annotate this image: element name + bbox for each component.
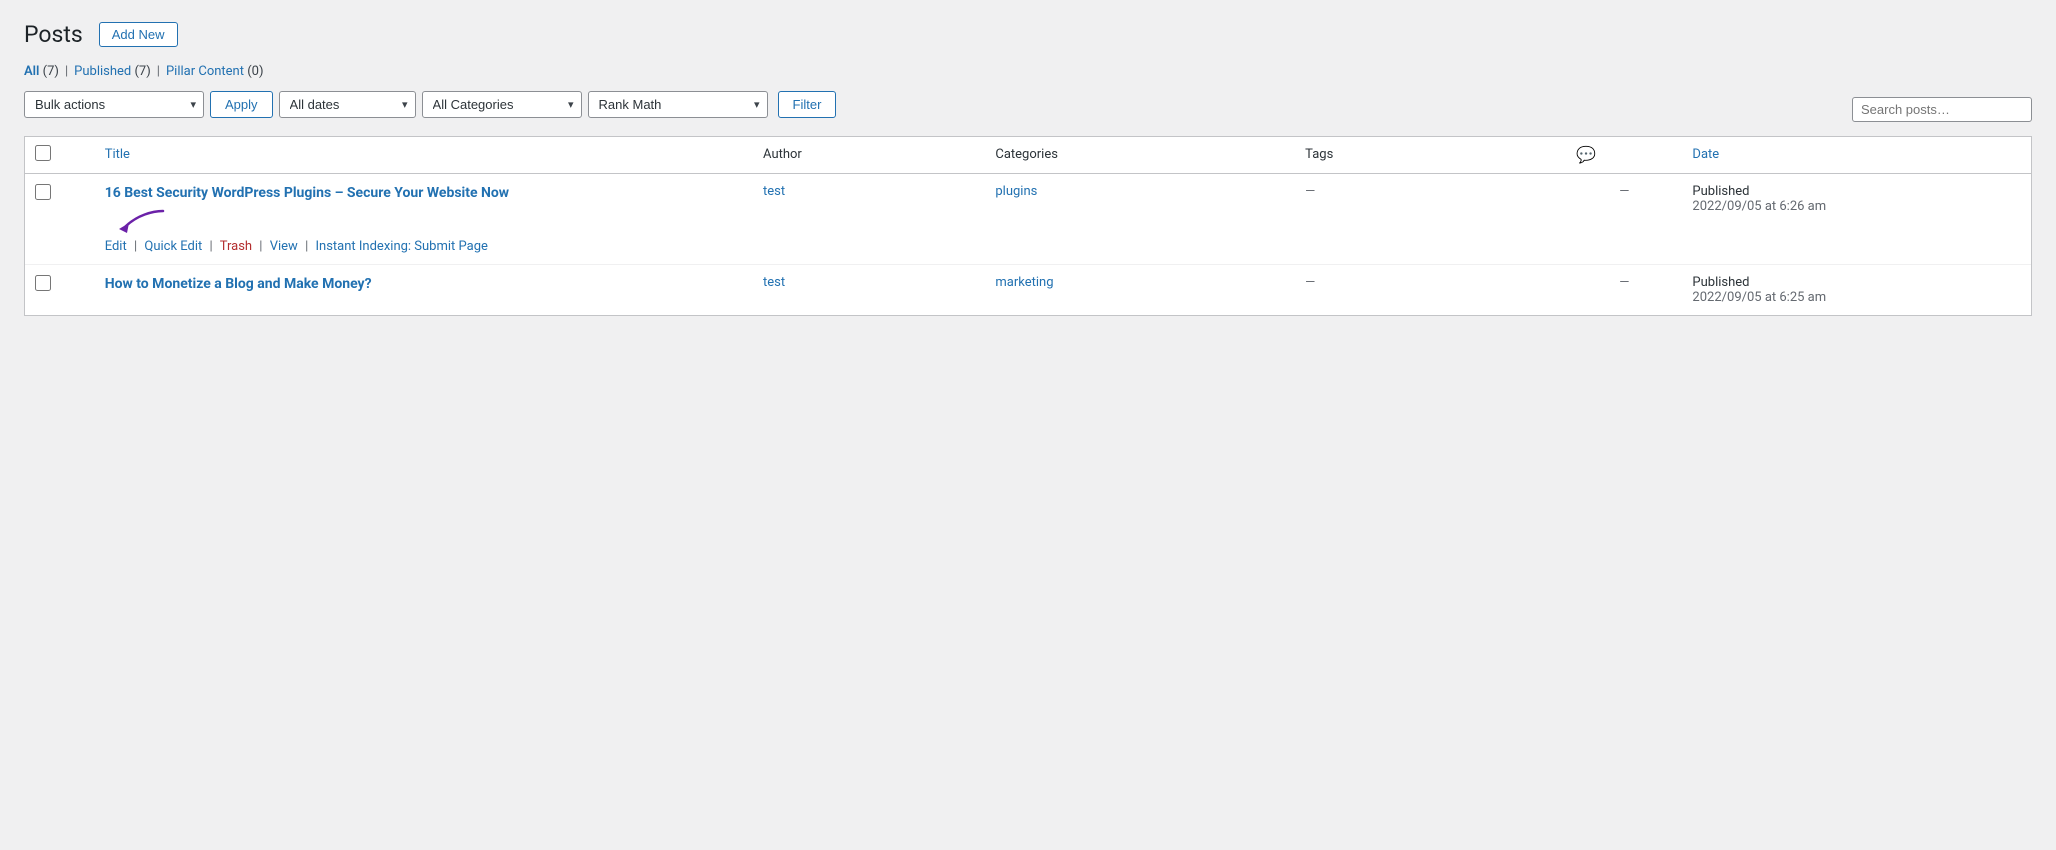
page-title: Posts bbox=[24, 20, 83, 50]
col-header-title[interactable]: Title bbox=[95, 137, 753, 174]
search-posts-input[interactable] bbox=[1852, 97, 2032, 122]
date-value-0: 2022/09/05 at 6:26 am bbox=[1692, 199, 1826, 214]
filter-published[interactable]: Published (7) bbox=[74, 64, 151, 79]
arrow-annotation bbox=[113, 207, 165, 235]
author-link-0[interactable]: test bbox=[763, 184, 785, 199]
author-link-1[interactable]: test bbox=[763, 275, 785, 290]
posts-table: Title Author Categories Tags 💬 Date 16 B… bbox=[25, 137, 2031, 316]
col-header-categories: Categories bbox=[985, 137, 1295, 174]
table-row: 16 Best Security WordPress Plugins – Sec… bbox=[25, 173, 2031, 265]
rankmath-dropdown-wrap: Rank Math All SEO Scores ▾ bbox=[588, 91, 768, 118]
col-header-date[interactable]: Date bbox=[1682, 137, 2031, 174]
posts-table-wrap: Title Author Categories Tags 💬 Date 16 B… bbox=[24, 136, 2032, 317]
date-status-1: Published bbox=[1692, 275, 1749, 290]
col-header-comments: 💬 bbox=[1566, 137, 1682, 174]
tags-value-1: — bbox=[1305, 275, 1315, 290]
post-title-link-0[interactable]: 16 Best Security WordPress Plugins – Sec… bbox=[105, 184, 743, 204]
filter-published-link[interactable]: Published bbox=[74, 64, 131, 79]
bulk-actions-select[interactable]: Bulk actions Edit Move to Trash bbox=[24, 91, 204, 118]
filter-all[interactable]: All (7) bbox=[24, 64, 59, 79]
view-link[interactable]: View bbox=[270, 239, 298, 254]
select-all-checkbox[interactable] bbox=[35, 145, 51, 161]
tags-value-0: — bbox=[1305, 184, 1315, 199]
dates-dropdown-wrap: All dates September 2022 ▾ bbox=[279, 91, 416, 118]
apply-button[interactable]: Apply bbox=[210, 91, 273, 118]
row-actions: Edit | Quick Edit | Trash | View | Insta… bbox=[105, 239, 743, 254]
col-header-checkbox bbox=[25, 137, 95, 174]
col-header-tags: Tags bbox=[1295, 137, 1566, 174]
categories-select[interactable]: All Categories plugins marketing bbox=[422, 91, 582, 118]
col-header-author: Author bbox=[753, 137, 985, 174]
date-value-1: 2022/09/05 at 6:25 am bbox=[1692, 290, 1826, 305]
trash-link[interactable]: Trash bbox=[220, 239, 252, 254]
filter-pillar-link[interactable]: Pillar Content bbox=[166, 64, 244, 79]
instant-indexing-link[interactable]: Instant Indexing: Submit Page bbox=[315, 239, 487, 254]
post-title-link-1[interactable]: How to Monetize a Blog and Make Money? bbox=[105, 275, 743, 295]
category-link-0[interactable]: plugins bbox=[995, 184, 1037, 199]
filter-button[interactable]: Filter bbox=[778, 91, 837, 118]
quick-edit-link[interactable]: Quick Edit bbox=[144, 239, 202, 254]
edit-link[interactable]: Edit bbox=[105, 239, 127, 254]
dates-select[interactable]: All dates September 2022 bbox=[279, 91, 416, 118]
filter-pillar-content[interactable]: Pillar Content (0) bbox=[166, 64, 264, 79]
table-row: How to Monetize a Blog and Make Money? t… bbox=[25, 265, 2031, 316]
search-area bbox=[1852, 97, 2032, 122]
categories-dropdown-wrap: All Categories plugins marketing ▾ bbox=[422, 91, 582, 118]
comments-value-0: — bbox=[1619, 184, 1629, 199]
date-sort-link[interactable]: Date bbox=[1692, 147, 1719, 162]
filter-bar: Bulk actions Edit Move to Trash ▾ Apply … bbox=[24, 91, 836, 118]
rankmath-select[interactable]: Rank Math All SEO Scores bbox=[588, 91, 768, 118]
date-status-0: Published bbox=[1692, 184, 1749, 199]
comment-column-icon: 💬 bbox=[1576, 145, 1596, 164]
filter-all-link[interactable]: All bbox=[24, 64, 39, 79]
post-status-filter: All (7) | Published (7) | Pillar Content… bbox=[24, 64, 2032, 79]
bulk-actions-dropdown-wrap: Bulk actions Edit Move to Trash ▾ bbox=[24, 91, 204, 118]
add-new-button[interactable]: Add New bbox=[99, 22, 178, 47]
row-checkbox-0[interactable] bbox=[35, 184, 51, 200]
category-link-1[interactable]: marketing bbox=[995, 275, 1053, 290]
title-sort-link[interactable]: Title bbox=[105, 147, 130, 162]
comments-value-1: — bbox=[1619, 275, 1629, 290]
row-checkbox-1[interactable] bbox=[35, 275, 51, 291]
